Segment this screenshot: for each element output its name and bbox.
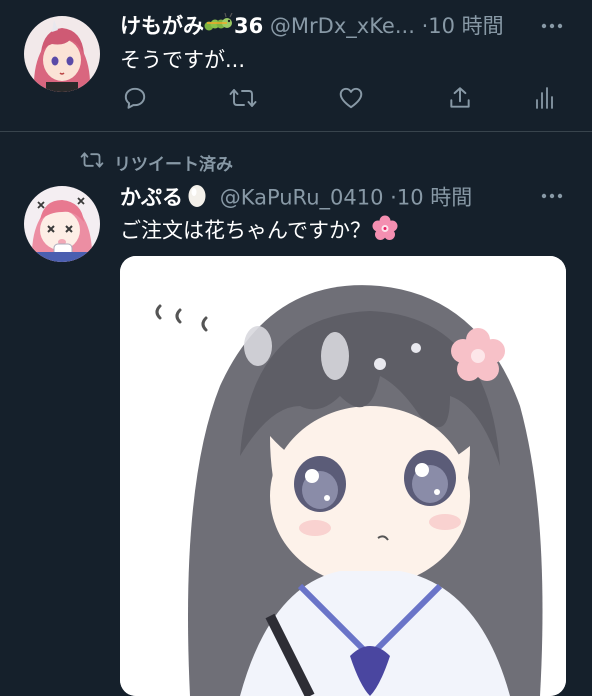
- retweet-indicator-icon: [80, 150, 104, 174]
- anime-girl-pink-hair-avatar-icon: [24, 16, 100, 92]
- retweet-label[interactable]: リツイート済み: [114, 150, 233, 175]
- tweet[interactable]: けもがみ 36 @MrDx_xKe... ·10 時間 そうですが...: [0, 0, 592, 132]
- tweet-header: かぷる @KaPuRu_0410 ·10 時間: [120, 182, 472, 215]
- avatar[interactable]: [24, 16, 100, 92]
- display-name-suffix: 36: [234, 14, 264, 38]
- tweet[interactable]: リツイート済み かぷる @KaPuRu_0410 ·10 時間 ご注文は花ちゃん…: [0, 132, 592, 696]
- display-name[interactable]: けもがみ: [120, 14, 204, 38]
- action-bar: [0, 82, 592, 114]
- handle[interactable]: @KaPuRu_0410: [220, 186, 384, 210]
- cherry-blossom-emoji-icon: [371, 214, 399, 249]
- more-options-icon[interactable]: [538, 12, 566, 40]
- analytics-icon[interactable]: [528, 82, 560, 114]
- avatar[interactable]: [24, 186, 100, 262]
- tweet-text: ご注文は花ちゃんですか？: [120, 214, 399, 249]
- reply-icon[interactable]: [119, 82, 151, 114]
- timestamp[interactable]: 10 時間: [428, 14, 503, 38]
- tweet-header: けもがみ 36 @MrDx_xKe... ·10 時間: [120, 12, 504, 42]
- caterpillar-emoji-icon: [204, 12, 234, 42]
- retweet-icon[interactable]: [227, 82, 259, 114]
- anime-girl-chibi-avatar-icon: [24, 186, 100, 262]
- tweet-text-content: ご注文は花ちゃんですか？: [120, 218, 371, 243]
- timestamp[interactable]: 10 時間: [397, 186, 472, 210]
- egg-emoji-icon: [187, 182, 207, 215]
- tweet-text: そうですが...: [120, 48, 246, 72]
- retweet-header: リツイート済み: [80, 148, 233, 176]
- more-options-icon[interactable]: [538, 182, 566, 210]
- like-icon[interactable]: [335, 82, 367, 114]
- display-name[interactable]: かぷる: [120, 186, 183, 210]
- handle[interactable]: @MrDx_xKe...: [270, 14, 415, 38]
- share-icon[interactable]: [444, 82, 476, 114]
- anime-girl-illustration-icon: [120, 256, 566, 696]
- tweet-media-image[interactable]: [120, 256, 566, 696]
- separator-dot: ·: [390, 185, 397, 210]
